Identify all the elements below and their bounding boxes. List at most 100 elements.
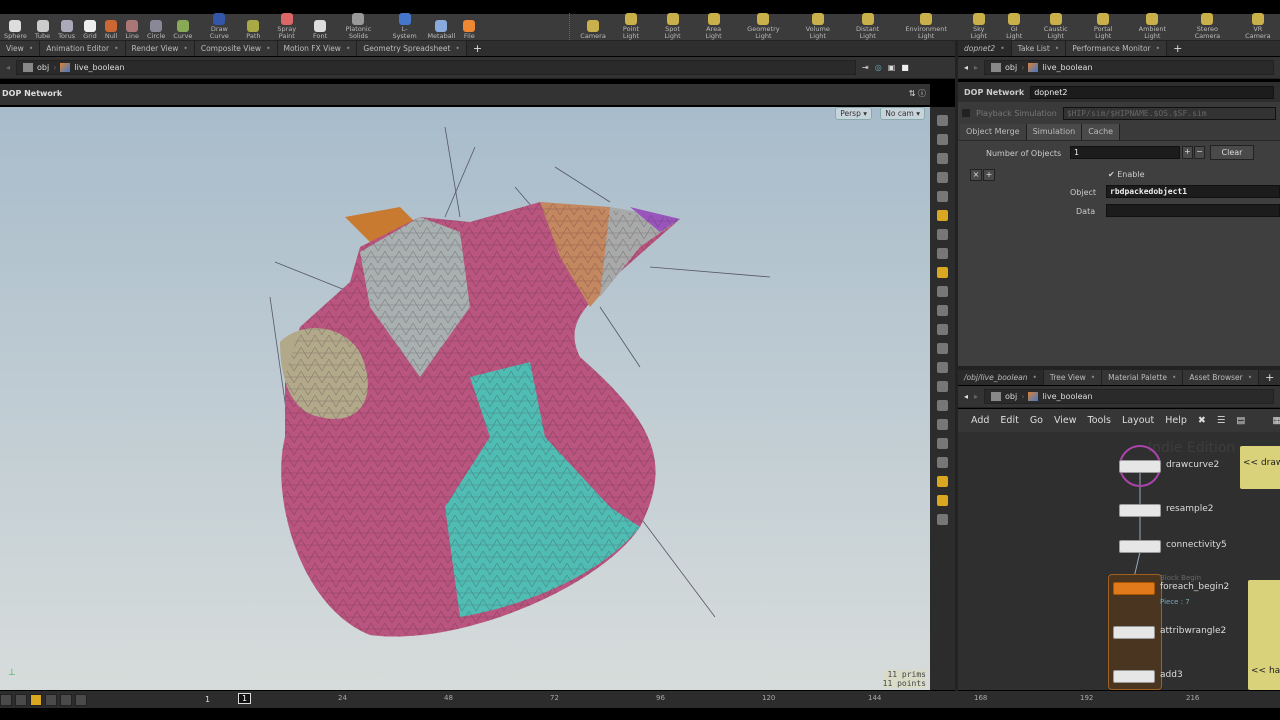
shelf-tool-distant-light[interactable]: Distant Light [843,13,893,40]
menu-edit[interactable]: Edit [1000,415,1018,426]
shelf-tool-tube[interactable]: Tube [31,13,54,40]
target-icon[interactable]: ◎ [875,63,882,72]
tab-geometry-spreadsheet[interactable]: Geometry Spreadsheet • [357,41,467,56]
tab-motion-fx-view[interactable]: Motion FX View • [277,41,358,56]
shelf-tool-curve[interactable]: Curve [169,13,196,40]
add-tab-icon[interactable]: + [1265,371,1274,384]
node-drawcurve2[interactable] [1119,460,1161,473]
node-name-field[interactable] [1030,85,1274,99]
tab-tree-view[interactable]: Tree View • [1043,370,1103,385]
display-option-icon[interactable] [937,153,948,164]
menu-help[interactable]: Help [1165,415,1187,426]
display-option-icon[interactable] [937,381,948,392]
display-option-icon[interactable] [937,400,948,411]
shelf-tool-grid[interactable]: Grid [79,13,101,40]
node-add3[interactable] [1113,670,1155,683]
tab-composite-view[interactable]: Composite View • [194,41,278,56]
param-tab-object-merge[interactable]: Object Merge [960,124,1027,140]
timeline[interactable]: 1 1 24 48 72 96 120 144 168 192 216 [0,691,1280,708]
display-option-icon[interactable] [937,419,948,430]
step-back-button[interactable] [15,694,27,706]
display-option-icon[interactable] [937,115,948,126]
object-field[interactable] [1106,185,1280,198]
pin-icon[interactable]: ⇥ [862,63,869,72]
close-tab-icon[interactable]: • [1091,373,1095,382]
display-option-icon[interactable] [937,324,948,335]
close-tab-icon[interactable]: • [1172,373,1176,382]
display-option-icon[interactable] [937,343,948,354]
tab-material-palette[interactable]: Material Palette • [1102,370,1184,385]
tab-asset-browser[interactable]: Asset Browser • [1183,370,1260,385]
display-option-icon[interactable] [937,286,948,297]
close-tab-icon[interactable]: • [346,44,350,53]
tab-dopnet2[interactable]: dopnet2 • [958,41,1012,56]
shelf-tool-draw-curve[interactable]: Draw Curve [196,13,242,40]
sim-path-field[interactable] [1062,106,1276,120]
display-option-icon[interactable] [937,438,948,449]
sticky-note[interactable]: << draw y [1240,446,1280,489]
menu-tools[interactable]: Tools [1088,415,1111,426]
shelf-tool-area-light[interactable]: Area Light [693,13,734,40]
back-icon[interactable]: ◂ [964,63,968,72]
shelf-tool-vr-camera[interactable]: VR Camera [1236,13,1280,40]
shelf-tool-ambient-light[interactable]: Ambient Light [1126,13,1179,40]
num-objects-field[interactable] [1070,146,1180,159]
shelf-tool-null[interactable]: Null [101,13,122,40]
shelf-tool-torus[interactable]: Torus [54,13,79,40]
network-editor[interactable]: Indie Edition Block Begin drawcurve2 resa… [958,432,1280,690]
display-option-icon[interactable] [937,172,948,183]
data-field[interactable] [1106,204,1280,217]
display-option-icon[interactable] [937,495,948,506]
shelf-tool-l-system[interactable]: L-System [386,13,424,40]
view-options-icon[interactable]: ▣ [888,63,896,72]
back-icon[interactable]: ◂ [6,63,10,72]
clear-button[interactable]: Clear [1210,145,1254,160]
shelf-tool-metaball[interactable]: Metaball [423,13,459,40]
display-option-icon[interactable] [937,476,948,487]
3d-viewport[interactable]: Persp ▾ No cam ▾ ⊥ 11 prims 11 points [0,107,930,690]
close-tab-icon[interactable]: • [183,44,187,53]
shelf-tool-spot-light[interactable]: Spot Light [652,13,693,40]
shelf-tool-camera[interactable]: Camera [576,13,610,40]
shelf-tool-platonic-solids[interactable]: Platonic Solids [331,13,386,40]
display-option-icon[interactable] [937,134,948,145]
crumb-live-boolean[interactable]: live_boolean [1042,63,1092,72]
close-tab-icon[interactable]: • [266,44,270,53]
display-option-icon[interactable] [937,457,948,468]
menu-go[interactable]: Go [1030,415,1043,426]
close-tab-icon[interactable]: • [29,44,33,53]
jump-start-button[interactable] [0,694,12,706]
wrench-icon[interactable]: ✖ [1198,415,1206,426]
shelf-tool-path[interactable]: Path [242,13,264,40]
menu-view[interactable]: View [1054,415,1077,426]
step-forward-button[interactable] [60,694,72,706]
shelf-tool-caustic-light[interactable]: Caustic Light [1031,13,1081,40]
path-breadcrumb[interactable]: obj › live_boolean [16,60,857,75]
close-tab-icon[interactable]: • [1156,44,1160,53]
jump-end-button[interactable] [75,694,87,706]
close-tab-icon[interactable]: • [1248,373,1252,382]
shelf-tool-geometry-light[interactable]: Geometry Light [734,13,792,40]
shelf-tool-file[interactable]: File [459,13,479,40]
help-icon[interactable]: ⇅ ⓘ [909,88,926,99]
shelf-tool-font[interactable]: Font [309,13,331,40]
shelf-tool-stereo-camera[interactable]: Stereo Camera [1179,13,1236,40]
shelf-tool-environment-light[interactable]: Environment Light [892,13,960,40]
menu-layout[interactable]: Layout [1122,415,1154,426]
node-resample2[interactable] [1119,504,1161,517]
tab-take-list[interactable]: Take List • [1011,41,1067,56]
param-tab-cache[interactable]: Cache [1082,124,1121,140]
list-icon[interactable]: ▤ [1236,415,1245,426]
remove-instance-button[interactable]: × [970,169,982,181]
param-tab-simulation[interactable]: Simulation [1026,124,1083,140]
display-icon[interactable]: ■ [901,63,909,72]
add-tab-icon[interactable]: + [1173,42,1182,55]
decrement-button[interactable]: − [1194,146,1205,159]
add-tab-icon[interactable]: + [473,42,482,55]
camera-menu[interactable]: No cam ▾ [880,107,925,120]
crumb-obj[interactable]: obj [1005,63,1017,72]
play-button[interactable] [45,694,57,706]
shelf-tool-point-light[interactable]: Point Light [610,13,652,40]
tab-render-view[interactable]: Render View • [125,41,195,56]
color-palette-icon[interactable]: ▦ [1272,415,1280,426]
